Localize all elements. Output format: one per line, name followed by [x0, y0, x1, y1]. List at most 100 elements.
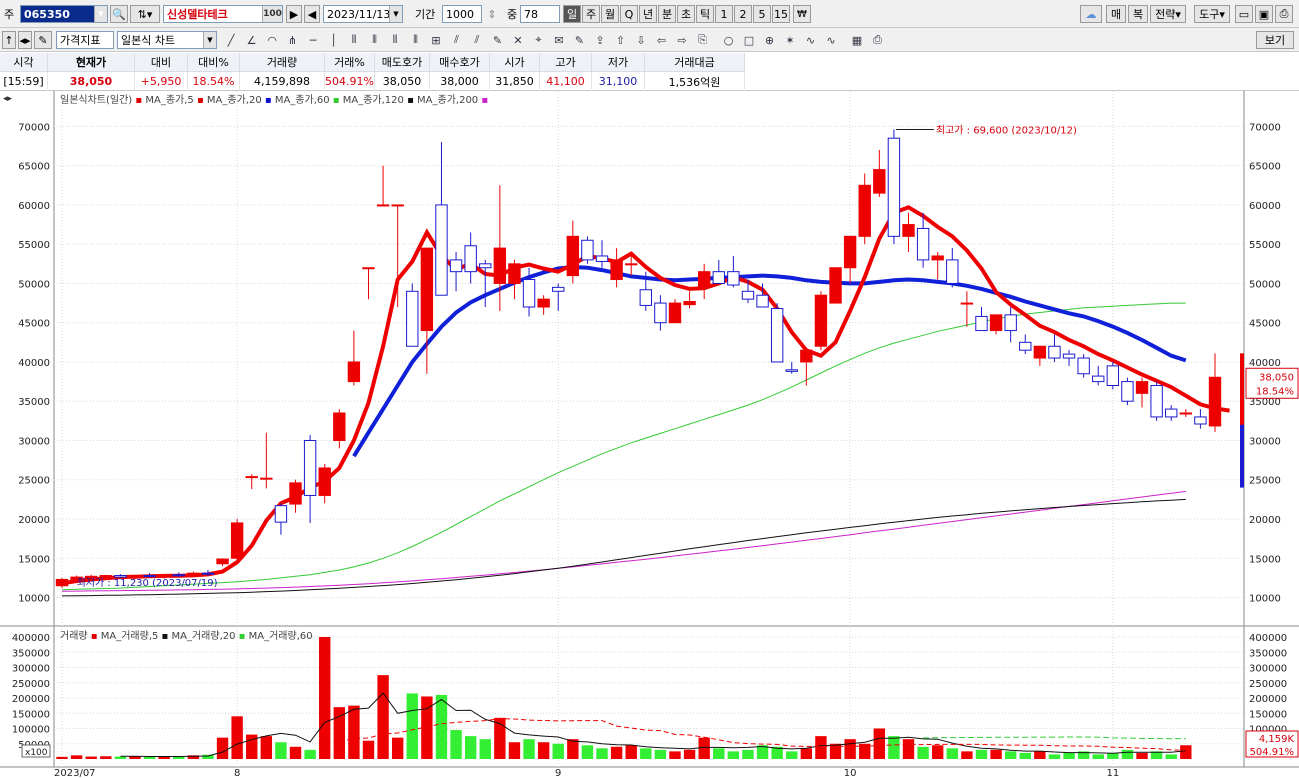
vol-tick-left: 400000	[12, 633, 50, 644]
folder-icon[interactable]: ▭	[1235, 5, 1253, 23]
pencil-icon[interactable]: ✎	[489, 31, 507, 49]
edit-icon[interactable]: ✎	[571, 31, 589, 49]
zoom-icon[interactable]: ⊕	[761, 31, 779, 49]
y-tick-left: 55000	[18, 240, 50, 251]
volume-bar	[275, 742, 287, 759]
candle-body	[800, 349, 813, 363]
bars4-icon[interactable]: ⦀	[407, 31, 425, 49]
candle-body	[420, 247, 434, 332]
period-button-8[interactable]: 1	[715, 5, 733, 23]
arc-icon[interactable]: ◠	[263, 31, 281, 49]
note-icon[interactable]: ✉	[550, 31, 568, 49]
parallel-icon[interactable]: ⫽	[448, 31, 466, 49]
quote-header-0: 시각	[0, 53, 48, 72]
period-button-3[interactable]: Q	[620, 5, 638, 23]
page-icon[interactable]: ⎘	[694, 31, 712, 49]
hline-icon[interactable]: ─	[304, 31, 322, 49]
chevron-down-icon[interactable]: ▼	[203, 32, 216, 48]
up-arrow-icon[interactable]: ↑	[2, 31, 16, 49]
right-button-1[interactable]: 복	[1128, 5, 1148, 23]
arrow-right-icon[interactable]: ⇨	[673, 31, 691, 49]
candle-body	[143, 575, 156, 578]
marker-icon[interactable]: ⌖	[530, 31, 548, 49]
candle-body	[946, 259, 959, 284]
circle-icon[interactable]: ○	[720, 31, 738, 49]
print2-icon[interactable]: ⎙	[869, 31, 887, 49]
main-toolbar: 주 065350 ▼ 🔍 ⇅▾ 신성델타테크 100 ▶ ◀ 2023/11/13 ▼…	[0, 0, 1299, 28]
x-tick-label: 10	[844, 768, 857, 778]
save-icon[interactable]: ▣	[1255, 5, 1273, 23]
volume-bar	[304, 749, 316, 759]
quote-value-8: 31,850	[490, 72, 540, 91]
volume-bar	[946, 748, 958, 759]
currency-button[interactable]: ₩	[793, 5, 811, 23]
period-button-10[interactable]: 5	[753, 5, 771, 23]
grid-icon[interactable]: ⊞	[427, 31, 445, 49]
quote-table: 시각 [15:59] 현재가 38,050 대비 +5,950 대비% 18.54% 거래량 4,…	[0, 53, 1299, 91]
bars2-icon[interactable]: ⦀	[366, 31, 384, 49]
period-button-0[interactable]: 일	[563, 5, 581, 23]
back-icon[interactable]: ◀	[304, 5, 320, 23]
bars-icon[interactable]: ⦀	[345, 31, 363, 49]
candle-body	[508, 263, 521, 284]
chevron-down-icon[interactable]: ▼	[389, 6, 402, 22]
period-button-11[interactable]: 15	[772, 5, 790, 23]
sort-icon[interactable]: ⇅▾	[130, 5, 160, 23]
stock-code-input[interactable]: 065350 ▼	[20, 5, 108, 23]
period-button-4[interactable]: 년	[639, 5, 657, 23]
y-tick-left: 45000	[18, 319, 50, 330]
wave2-icon[interactable]: ∿	[822, 31, 840, 49]
arrow-left-icon[interactable]: ⇦	[653, 31, 671, 49]
period-button-5[interactable]: 분	[658, 5, 676, 23]
chart-area[interactable]: 70000 70000 65000 65000 60000 60000 55000 55000…	[0, 91, 1299, 778]
scroll-arrows-icon[interactable]: ◂▸	[3, 94, 13, 104]
candle-body	[493, 247, 507, 284]
y-tick-right: 20000	[1249, 515, 1281, 526]
arrow-down-icon[interactable]: ⇩	[632, 31, 650, 49]
candle-body	[668, 302, 682, 324]
candle-body	[245, 476, 258, 479]
search-icon[interactable]: 🔍	[110, 5, 128, 23]
stock-name-field[interactable]: 신성델타테크 100	[163, 5, 283, 23]
indicator-select[interactable]: 가격지표	[56, 31, 114, 49]
print-icon[interactable]: ⎙	[1275, 5, 1293, 23]
volume-bar	[143, 756, 156, 759]
magic-icon[interactable]: ✶	[781, 31, 799, 49]
count-input[interactable]: 78	[520, 5, 560, 23]
grid2-icon[interactable]: ▦	[848, 31, 866, 49]
wave-icon[interactable]: ∿	[802, 31, 820, 49]
period-button-6[interactable]: 초	[677, 5, 695, 23]
bars3-icon[interactable]: ⦀	[386, 31, 404, 49]
period-input[interactable]: 1000	[442, 5, 482, 23]
range-bar-up	[1240, 353, 1244, 432]
right-button-0[interactable]: 매	[1106, 5, 1126, 23]
cross-icon[interactable]: ✕	[509, 31, 527, 49]
date-input[interactable]: 2023/11/13 ▼	[323, 5, 403, 23]
y-tick-right: 40000	[1249, 358, 1281, 369]
arrow-up-icon[interactable]: ⇧	[612, 31, 630, 49]
right-button-3[interactable]: 도구▾	[1194, 5, 1230, 23]
period-button-7[interactable]: 틱	[696, 5, 714, 23]
vline-icon[interactable]: │	[325, 31, 343, 49]
x-tick-label: 9	[555, 768, 561, 778]
square-icon[interactable]: □	[740, 31, 758, 49]
angle-icon[interactable]: ∠	[243, 31, 261, 49]
spin-icon[interactable]: ⇕	[484, 5, 500, 23]
cloud-icon[interactable]: ☁	[1080, 5, 1102, 23]
chevron-down-icon[interactable]: ▼	[94, 6, 107, 22]
view-button[interactable]: 보기	[1256, 31, 1294, 49]
edit-icon[interactable]: ✎	[34, 31, 52, 49]
box-up-icon[interactable]: ⇪	[591, 31, 609, 49]
right-button-2[interactable]: 전략▾	[1150, 5, 1186, 23]
chart-type-select[interactable]: 일본식 차트 ▼	[117, 31, 217, 49]
left-right-icon[interactable]: ◂▸	[18, 31, 32, 49]
fan-icon[interactable]: ⋔	[284, 31, 302, 49]
line-icon[interactable]: ╱	[222, 31, 240, 49]
vol-tick-right: 200000	[1249, 694, 1287, 705]
play-icon[interactable]: ▶	[286, 5, 302, 23]
period-button-2[interactable]: 월	[601, 5, 619, 23]
period-button-1[interactable]: 주	[582, 5, 600, 23]
period-button-9[interactable]: 2	[734, 5, 752, 23]
candle-body	[157, 574, 171, 577]
parallel2-icon[interactable]: ⫽	[468, 31, 486, 49]
